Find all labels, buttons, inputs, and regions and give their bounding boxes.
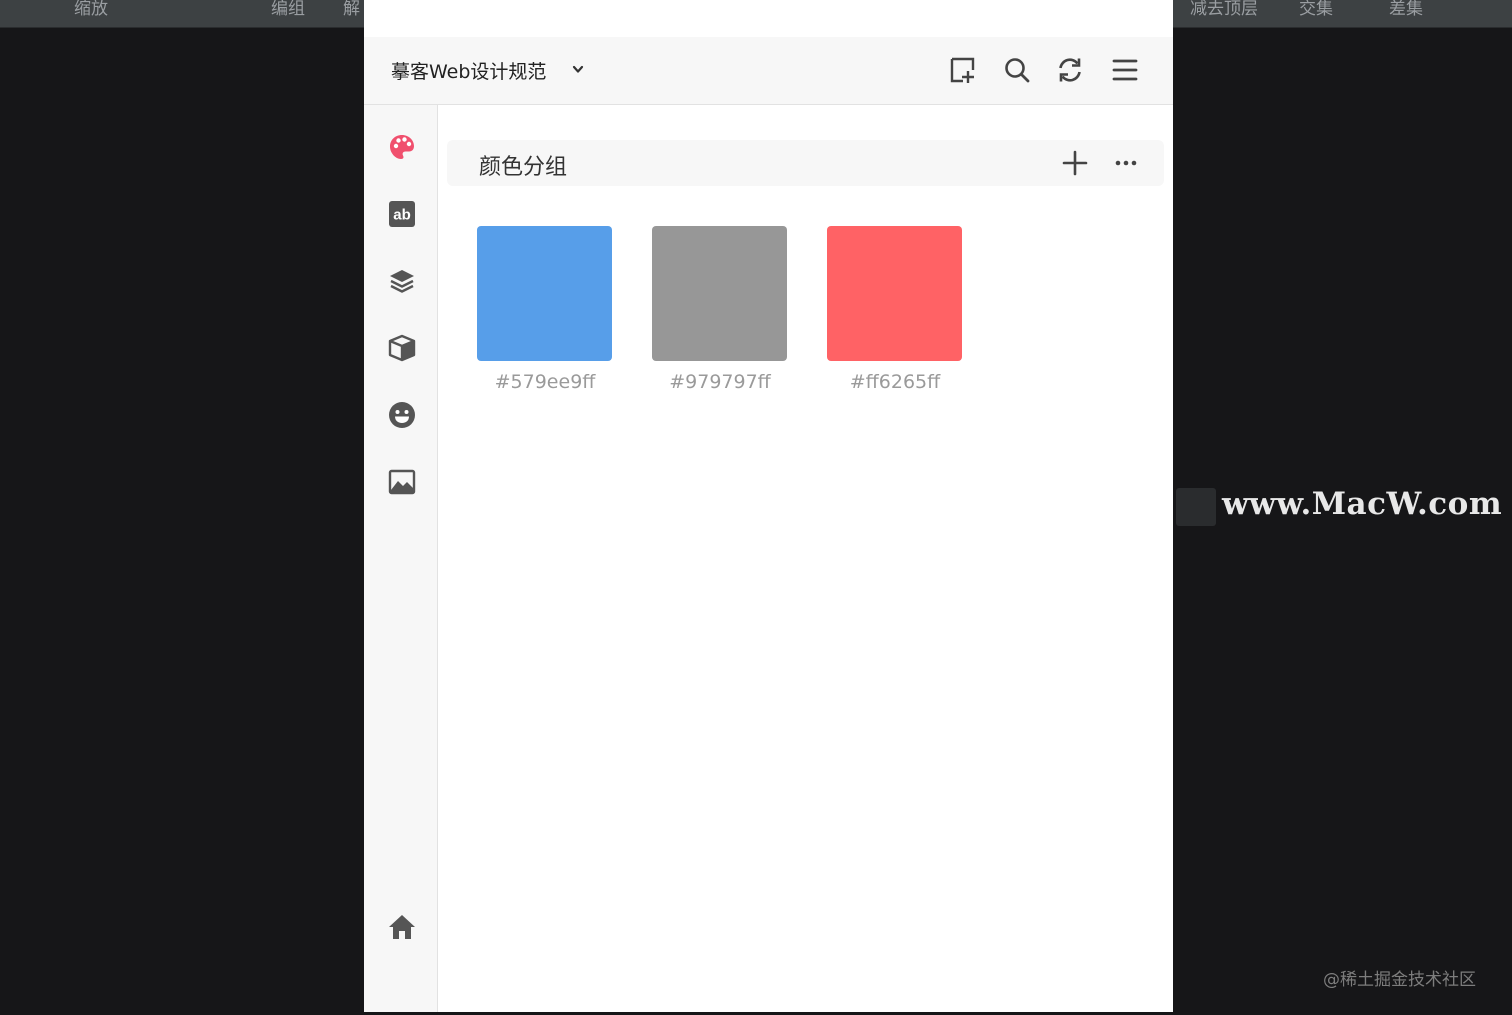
project-title[interactable]: 摹客Web设计规范 <box>391 57 546 84</box>
layers-icon[interactable] <box>388 267 416 295</box>
color-swatch-label: #ff6265ff <box>849 371 941 393</box>
color-swatch-card[interactable]: #ff6265ff <box>827 226 963 398</box>
color-swatch[interactable] <box>652 226 787 361</box>
color-swatch-card[interactable]: #579ee9ff <box>477 226 613 398</box>
color-swatch[interactable] <box>477 226 612 361</box>
chevron-down-icon[interactable] <box>572 63 584 75</box>
emoji-icon[interactable] <box>388 401 416 429</box>
palette-icon[interactable] <box>388 133 416 161</box>
image-icon[interactable] <box>388 468 416 496</box>
design-spec-panel: 摹客Web设计规范 ab 颜色分组 #579ee9ff #979797ff #f… <box>364 0 1173 1012</box>
menu-icon[interactable] <box>1111 56 1139 84</box>
component-icon[interactable] <box>388 334 416 362</box>
panel-header: 摹客Web设计规范 <box>364 37 1173 105</box>
color-group-header: 颜色分组 <box>447 140 1164 186</box>
color-swatch[interactable] <box>827 226 962 361</box>
color-swatch-card[interactable]: #979797ff <box>652 226 788 398</box>
color-group-title: 颜色分组 <box>479 155 568 180</box>
svg-text:ab: ab <box>393 207 411 224</box>
difference-label[interactable]: 差集 <box>1389 0 1423 20</box>
zoom-label[interactable]: 缩放 <box>74 0 108 20</box>
sidebar: ab <box>364 105 438 1012</box>
group-label[interactable]: 编组 <box>271 0 305 20</box>
home-icon[interactable] <box>388 913 416 941</box>
ungroup-label[interactable]: 解 <box>343 0 360 20</box>
more-icon[interactable] <box>1113 150 1139 176</box>
add-icon[interactable] <box>1062 150 1088 176</box>
watermark-logo-icon <box>1176 488 1216 526</box>
intersect-label[interactable]: 交集 <box>1299 0 1333 20</box>
text-style-icon[interactable]: ab <box>388 200 416 228</box>
add-artboard-icon[interactable] <box>949 56 977 84</box>
watermark-text: www.MacW.com <box>1222 486 1503 522</box>
subtract-label[interactable]: 减去顶层 <box>1190 0 1258 20</box>
color-swatch-label: #579ee9ff <box>494 371 596 393</box>
credit-text: @稀土掘金技术社区 <box>1323 970 1476 990</box>
color-swatch-label: #979797ff <box>669 371 771 393</box>
refresh-icon[interactable] <box>1056 56 1084 84</box>
panel-top-strip <box>364 0 1173 37</box>
search-icon[interactable] <box>1003 56 1031 84</box>
